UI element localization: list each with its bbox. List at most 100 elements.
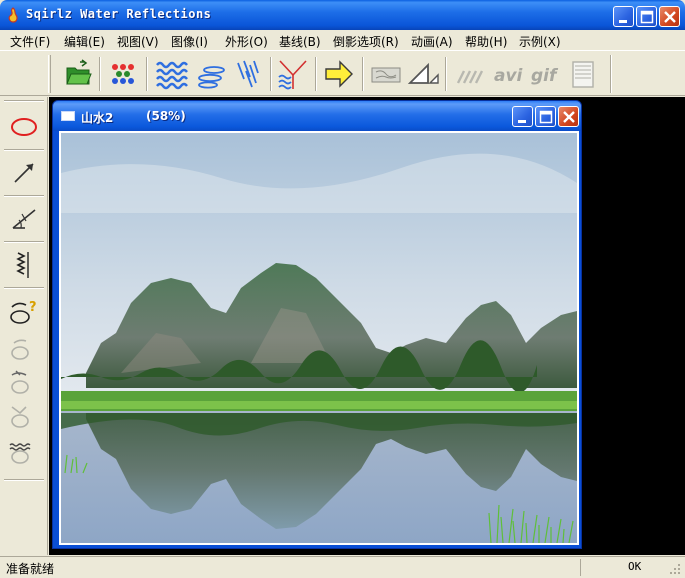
zigzag-tool-button[interactable] <box>6 247 42 283</box>
ellipse-tool-button[interactable] <box>6 109 42 145</box>
texture-icon <box>371 67 401 83</box>
toolbar-separator <box>445 57 447 91</box>
menu-help[interactable]: 帮助(H) <box>465 33 507 50</box>
shape-tool-4-button <box>6 433 42 469</box>
image-window[interactable]: 山水2 (58%) <box>52 100 582 549</box>
minimize-icon <box>518 120 526 123</box>
image-window-title: 山水2 <box>81 111 114 125</box>
menu-examples[interactable]: 示例(X) <box>519 33 561 50</box>
menu-reflection-options[interactable]: 倒影选项(R) <box>333 33 399 50</box>
disabled-waves-icon <box>456 70 484 84</box>
status-indicator: OK <box>628 560 642 573</box>
image-window-title-bar[interactable]: 山水2 (58%) <box>53 101 581 131</box>
landscape-photo[interactable] <box>61 133 577 543</box>
app-title: Sqirlz Water Reflections <box>26 7 212 21</box>
zigzag-tool-icon <box>16 252 29 278</box>
document-icon <box>572 61 594 88</box>
left-toolbar-separator <box>4 287 44 289</box>
shape-tool-3-button <box>6 397 42 433</box>
ellipse-tool-icon <box>11 118 37 136</box>
perspective-button[interactable] <box>406 57 440 91</box>
open-folder-icon <box>66 59 92 85</box>
window-icon <box>61 111 75 121</box>
baseline-button[interactable] <box>276 57 310 91</box>
toolbar-separator <box>99 57 101 91</box>
waves-button[interactable] <box>154 57 188 91</box>
left-toolbar-separator <box>4 479 44 481</box>
close-icon <box>563 111 575 123</box>
status-panel <box>580 559 664 576</box>
shape-tool-4-icon <box>9 443 31 464</box>
menu-shape[interactable]: 外形(O) <box>225 33 268 50</box>
rain-streaks-icon <box>237 60 259 88</box>
avi-export-button: avi <box>490 57 524 91</box>
child-maximize-button[interactable] <box>535 106 556 127</box>
app-flame-icon <box>8 7 18 23</box>
palette-dots-icon <box>112 64 134 84</box>
menu-image[interactable]: 图像(I) <box>171 33 208 50</box>
left-toolbar-grip[interactable] <box>4 100 44 102</box>
shape-tool-1-button <box>6 329 42 365</box>
minimize-icon <box>619 20 627 23</box>
menu-baseline[interactable]: 基线(B) <box>279 33 321 50</box>
toolbar-separator <box>146 57 148 91</box>
child-minimize-button[interactable] <box>512 106 533 127</box>
toolbar-separator <box>315 57 317 91</box>
minimize-button[interactable] <box>613 6 634 27</box>
baseline-reflection-icon <box>278 60 307 90</box>
open-button[interactable] <box>62 57 96 91</box>
menu-view[interactable]: 视图(V) <box>117 33 159 50</box>
maximize-icon <box>539 110 553 124</box>
status-text: 准备就绪 <box>6 562 55 576</box>
rain-button[interactable] <box>232 57 266 91</box>
effects-button <box>452 57 486 91</box>
palette-button[interactable] <box>106 57 140 91</box>
gif-label: gif <box>531 66 559 86</box>
perspective-icon <box>407 62 439 84</box>
toolbar-separator <box>362 57 364 91</box>
menu-file[interactable]: 文件(F) <box>10 33 50 50</box>
image-canvas-frame <box>59 131 579 545</box>
angle-tool-button[interactable] <box>6 201 42 237</box>
shape-tool-2-button <box>6 363 42 399</box>
arrow-right-icon <box>325 60 353 88</box>
avi-export-icon: avi <box>494 66 524 86</box>
toolbar-grip[interactable] <box>48 55 51 93</box>
shape-help-icon: ? <box>10 300 37 324</box>
avi-label: avi <box>494 66 524 86</box>
maximize-button[interactable] <box>636 6 657 27</box>
left-toolbar-separator <box>4 241 44 243</box>
document-button <box>566 57 600 91</box>
gif-export-icon: gif <box>531 66 559 86</box>
close-button[interactable] <box>659 6 680 27</box>
arrow-tool-button[interactable] <box>6 155 42 191</box>
arrow-tool-icon <box>14 163 34 183</box>
shape-help-button[interactable]: ? <box>6 293 42 329</box>
ripples-button[interactable] <box>194 57 228 91</box>
maximize-icon <box>640 10 654 24</box>
ellipse-ripples-icon <box>198 66 225 89</box>
left-toolbar-separator <box>4 195 44 197</box>
toolbar-end-separator <box>610 55 612 93</box>
menu-edit[interactable]: 编辑(E) <box>64 33 105 50</box>
main-toolbar: avi gif <box>0 50 685 96</box>
close-icon <box>664 11 676 23</box>
svg-text:?: ? <box>29 300 37 315</box>
gif-export-button: gif <box>528 57 562 91</box>
left-toolbar-separator <box>4 149 44 151</box>
menu-animation[interactable]: 动画(A) <box>411 33 453 50</box>
app-title-bar[interactable]: Sqirlz Water Reflections <box>0 0 685 30</box>
shape-tool-1-icon <box>11 339 29 360</box>
shape-tool-3-icon <box>11 406 29 428</box>
image-zoom-level: (58%) <box>146 109 186 123</box>
shape-tool-2-icon <box>11 370 29 394</box>
resize-grip-icon[interactable] <box>668 562 682 576</box>
wave-ripples-icon <box>156 61 188 90</box>
next-button[interactable] <box>322 57 356 91</box>
left-toolbar: ? <box>0 97 48 555</box>
toolbar-separator <box>270 57 272 91</box>
menu-bar: 文件(F) 编辑(E) 视图(V) 图像(I) 外形(O) 基线(B) 倒影选项… <box>0 30 685 50</box>
texture-button[interactable] <box>368 57 402 91</box>
angle-tool-icon <box>12 209 36 229</box>
child-close-button[interactable] <box>558 106 579 127</box>
